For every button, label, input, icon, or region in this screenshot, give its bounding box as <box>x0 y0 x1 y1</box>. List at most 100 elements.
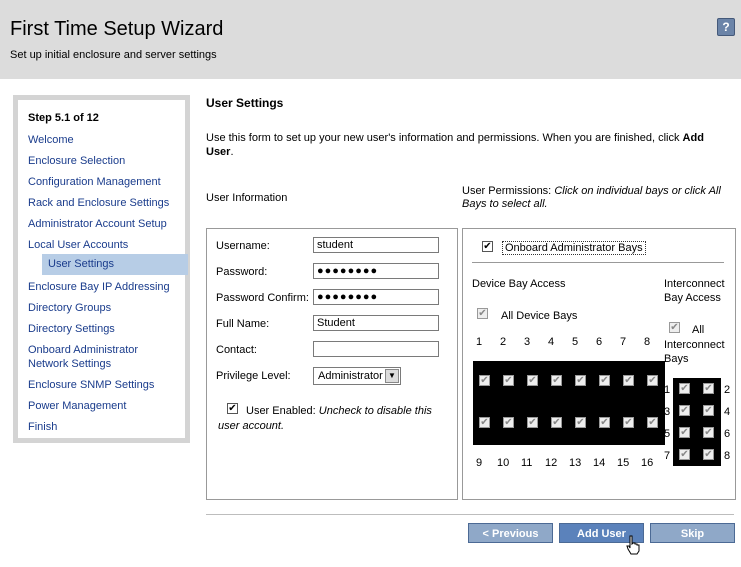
oab-label[interactable]: Onboard Administrator Bays <box>502 241 646 255</box>
permissions-divider <box>472 262 724 263</box>
bay-number: 14 <box>593 457 606 469</box>
device-bay-row-top: ✔ ✔ ✔ ✔ ✔ ✔ ✔ ✔ <box>473 361 665 403</box>
device-bay-checkbox[interactable]: ✔ <box>599 375 610 386</box>
ic-bay-7[interactable]: ✔ <box>674 445 696 465</box>
chevron-down-icon[interactable]: ▼ <box>385 369 399 383</box>
device-bay-16[interactable]: ✔ <box>642 403 664 443</box>
device-bay-checkbox[interactable]: ✔ <box>479 375 490 386</box>
ic-bay-3[interactable]: ✔ <box>674 401 696 421</box>
device-bay-checkbox[interactable]: ✔ <box>551 417 562 428</box>
nav-onboard-admin-line2[interactable]: Network Settings <box>28 357 111 371</box>
bay-number: 3 <box>524 336 531 348</box>
privilege-level-select[interactable]: Administrator ▼ <box>313 367 401 385</box>
nav-enclosure-selection[interactable]: Enclosure Selection <box>28 154 125 168</box>
all-interconnect-label-2: Interconnect <box>664 339 725 351</box>
help-icon[interactable]: ? <box>717 18 735 36</box>
device-bay-13[interactable]: ✔ <box>570 403 592 443</box>
all-interconnect-bays-checkbox[interactable]: ✔ <box>669 322 680 333</box>
device-bay-checkbox[interactable]: ✔ <box>479 417 490 428</box>
device-bay-7[interactable]: ✔ <box>618 361 640 401</box>
bay-number: 7 <box>620 336 627 348</box>
nav-local-user-accounts[interactable]: Local User Accounts <box>28 238 128 252</box>
nav-administrator-account-setup[interactable]: Administrator Account Setup <box>28 217 167 231</box>
ic-bay-number: 4 <box>724 406 731 418</box>
all-device-bays-checkbox[interactable]: ✔ <box>477 308 488 319</box>
bay-number: 1 <box>476 336 483 348</box>
ic-bay-checkbox[interactable]: ✔ <box>679 383 690 394</box>
privilege-level-value: Administrator <box>318 370 383 382</box>
oab-checkbox[interactable]: ✔ <box>482 241 493 252</box>
device-bay-5[interactable]: ✔ <box>570 361 592 401</box>
password-confirm-input[interactable]: ●●●●●●●● <box>313 289 439 305</box>
bay-number: 12 <box>545 457 558 469</box>
ic-bay-2[interactable]: ✔ <box>698 379 720 399</box>
device-bay-checkbox[interactable]: ✔ <box>551 375 562 386</box>
previous-button[interactable]: < Previous <box>468 523 553 543</box>
device-bay-checkbox[interactable]: ✔ <box>527 375 538 386</box>
device-bay-checkbox[interactable]: ✔ <box>575 417 586 428</box>
section-title: User Settings <box>206 96 284 110</box>
device-bay-checkbox[interactable]: ✔ <box>503 375 514 386</box>
ic-bay-checkbox[interactable]: ✔ <box>703 383 714 394</box>
password-input[interactable]: ●●●●●●●● <box>313 263 439 279</box>
device-bay-checkbox[interactable]: ✔ <box>623 375 634 386</box>
bay-number: 8 <box>644 336 651 348</box>
nav-configuration-management[interactable]: Configuration Management <box>28 175 161 189</box>
ic-bay-1[interactable]: ✔ <box>674 379 696 399</box>
ic-bay-checkbox[interactable]: ✔ <box>679 427 690 438</box>
device-bay-row-bottom: ✔ ✔ ✔ ✔ ✔ ✔ ✔ ✔ <box>473 403 665 445</box>
device-bay-3[interactable]: ✔ <box>522 361 544 401</box>
username-input[interactable]: student <box>313 237 439 253</box>
username-label: Username: <box>216 240 270 252</box>
device-bay-12[interactable]: ✔ <box>546 403 568 443</box>
nav-enclosure-bay-ip-addressing[interactable]: Enclosure Bay IP Addressing <box>28 280 170 294</box>
nav-user-settings[interactable]: User Settings <box>42 254 188 275</box>
ic-bay-checkbox[interactable]: ✔ <box>703 405 714 416</box>
device-bay-11[interactable]: ✔ <box>522 403 544 443</box>
nav-finish[interactable]: Finish <box>28 420 57 434</box>
nav-directory-groups[interactable]: Directory Groups <box>28 301 111 315</box>
ic-bay-number: 3 <box>664 406 671 418</box>
device-bay-checkbox[interactable]: ✔ <box>575 375 586 386</box>
nav-welcome[interactable]: Welcome <box>28 133 74 147</box>
contact-input[interactable] <box>313 341 439 357</box>
device-bay-checkbox[interactable]: ✔ <box>527 417 538 428</box>
device-bay-access-label: Device Bay Access <box>472 278 566 290</box>
nav-onboard-admin-line1[interactable]: Onboard Administrator <box>28 343 138 357</box>
ic-bay-checkbox[interactable]: ✔ <box>679 405 690 416</box>
ic-bay-checkbox[interactable]: ✔ <box>679 449 690 460</box>
device-bay-10[interactable]: ✔ <box>498 403 520 443</box>
ic-bay-5[interactable]: ✔ <box>674 423 696 443</box>
device-bay-2[interactable]: ✔ <box>498 361 520 401</box>
page-header: First Time Setup Wizard Set up initial e… <box>0 0 741 79</box>
device-bay-checkbox[interactable]: ✔ <box>503 417 514 428</box>
device-bay-1[interactable]: ✔ <box>474 361 496 401</box>
device-bay-14[interactable]: ✔ <box>594 403 616 443</box>
interconnect-bay-access-label-1: Interconnect <box>664 278 725 290</box>
device-bay-checkbox[interactable]: ✔ <box>647 417 658 428</box>
bay-number: 4 <box>548 336 555 348</box>
nav-directory-settings[interactable]: Directory Settings <box>28 322 115 336</box>
device-bay-checkbox[interactable]: ✔ <box>647 375 658 386</box>
ic-bay-6[interactable]: ✔ <box>698 423 720 443</box>
all-interconnect-label-3: Bays <box>664 353 689 365</box>
device-bay-15[interactable]: ✔ <box>618 403 640 443</box>
nav-enclosure-snmp-settings[interactable]: Enclosure SNMP Settings <box>28 378 154 392</box>
ic-bay-checkbox[interactable]: ✔ <box>703 449 714 460</box>
page-subtitle: Set up initial enclosure and server sett… <box>10 49 217 61</box>
password-label: Password: <box>216 266 268 278</box>
ic-bay-number: 6 <box>724 428 731 440</box>
device-bay-checkbox[interactable]: ✔ <box>599 417 610 428</box>
ic-bay-4[interactable]: ✔ <box>698 401 720 421</box>
device-bay-6[interactable]: ✔ <box>594 361 616 401</box>
device-bay-checkbox[interactable]: ✔ <box>623 417 634 428</box>
nav-power-management[interactable]: Power Management <box>28 399 126 413</box>
nav-rack-enclosure-settings[interactable]: Rack and Enclosure Settings <box>28 196 169 210</box>
device-bay-9[interactable]: ✔ <box>474 403 496 443</box>
skip-button[interactable]: Skip <box>650 523 735 543</box>
ic-bay-checkbox[interactable]: ✔ <box>703 427 714 438</box>
fullname-input[interactable]: Student <box>313 315 439 331</box>
ic-bay-8[interactable]: ✔ <box>698 445 720 465</box>
device-bay-4[interactable]: ✔ <box>546 361 568 401</box>
device-bay-8[interactable]: ✔ <box>642 361 664 401</box>
